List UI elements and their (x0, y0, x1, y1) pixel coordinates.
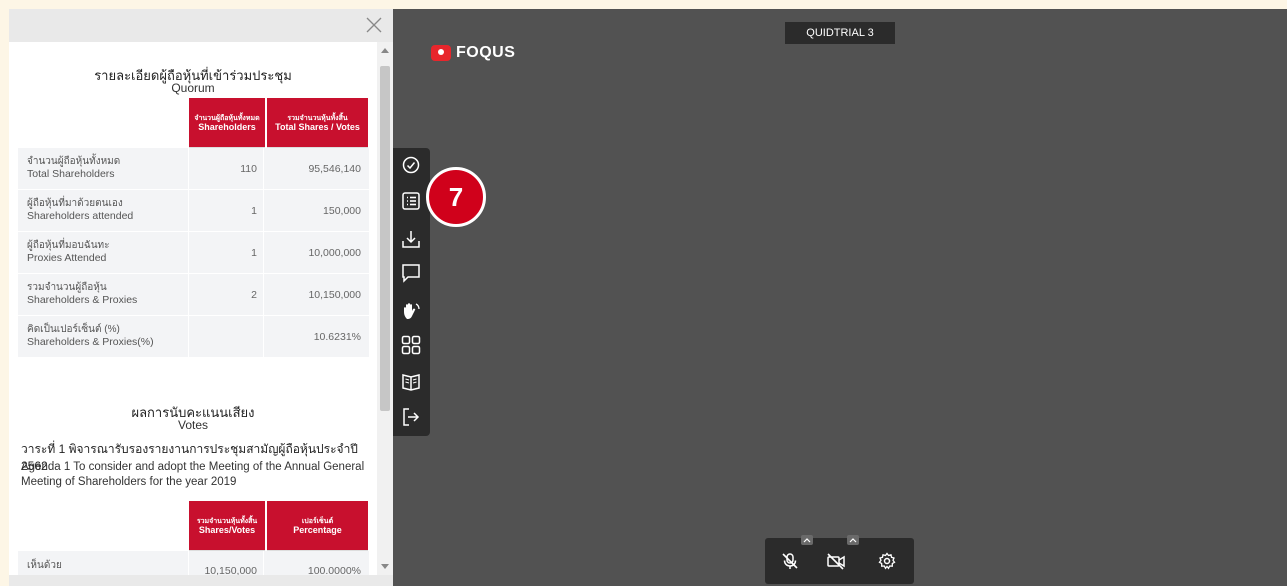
scroll-down-icon[interactable] (381, 564, 389, 569)
votes-col-percentage: เปอร์เซ็นต์ Percentage (267, 501, 368, 551)
panel-header (9, 9, 393, 42)
close-icon[interactable] (365, 16, 383, 34)
scroll-up-icon[interactable] (381, 48, 389, 53)
table-row: รวมจำนวนผู้ถือหุ้น Shareholders & Proxies… (18, 274, 369, 316)
camera-off-icon[interactable] (825, 550, 847, 572)
logo-icon (431, 45, 451, 61)
scrollbar[interactable] (377, 42, 393, 575)
table-row: ผู้ถือหุ้นที่มาด้วยตนเอง Shareholders att… (18, 190, 369, 232)
download-icon[interactable] (398, 226, 424, 252)
agenda-title-en: Agenda 1 To consider and adopt the Meeti… (21, 461, 365, 488)
step-number-badge: 7 (426, 167, 486, 227)
table-row: เห็นด้วย 10,150,000 100.0000% (18, 551, 369, 575)
chat-icon[interactable] (398, 260, 424, 286)
quorum-col-shareholders: จำนวนผู้ถือหุ้นทั้งหมด Shareholders (189, 98, 265, 148)
video-stage: QUIDTRIAL 3 FOQUS (393, 9, 1287, 586)
side-toolbar (393, 148, 430, 436)
book-icon[interactable] (398, 368, 424, 394)
panel-content: รายละเอียดผู้ถือหุ้นที่เข้าร่วมประชุม Qu… (9, 42, 377, 575)
logout-icon[interactable] (398, 404, 424, 430)
room-label: QUIDTRIAL 3 (785, 22, 895, 44)
list-icon[interactable] (398, 188, 424, 214)
quorum-title-en: Quorum (171, 81, 215, 95)
mic-muted-icon[interactable] (779, 550, 801, 572)
mic-options-chevron-up-icon[interactable] (801, 535, 813, 545)
table-row: คิดเป็นเปอร์เซ็นต์ (%) Shareholders & Pro… (18, 316, 369, 358)
foqus-logo: FOQUS (431, 44, 515, 62)
votes-col-shares: รวมจำนวนหุ้นทั้งสิ้น Shares/Votes (189, 501, 265, 551)
votes-title-en: Votes (177, 418, 209, 432)
camera-options-chevron-up-icon[interactable] (847, 535, 859, 545)
check-circle-icon[interactable] (398, 152, 424, 178)
quorum-panel: รายละเอียดผู้ถือหุ้นที่เข้าร่วมประชุม Qu… (9, 9, 393, 586)
table-row: ผู้ถือหุ้นที่มอบฉันทะ Proxies Attended 1 … (18, 232, 369, 274)
panel-footer (9, 575, 393, 586)
raise-hand-icon[interactable] (398, 298, 424, 324)
scroll-thumb[interactable] (380, 66, 390, 411)
media-control-bar (765, 535, 914, 584)
table-row: จำนวนผู้ถือหุ้นทั้งหมด Total Shareholders… (18, 148, 369, 190)
settings-icon[interactable] (876, 550, 898, 572)
grid-icon[interactable] (398, 332, 424, 358)
quorum-col-total-shares: รวมจำนวนหุ้นทั้งสิ้น Total Shares / Vote… (267, 98, 368, 148)
